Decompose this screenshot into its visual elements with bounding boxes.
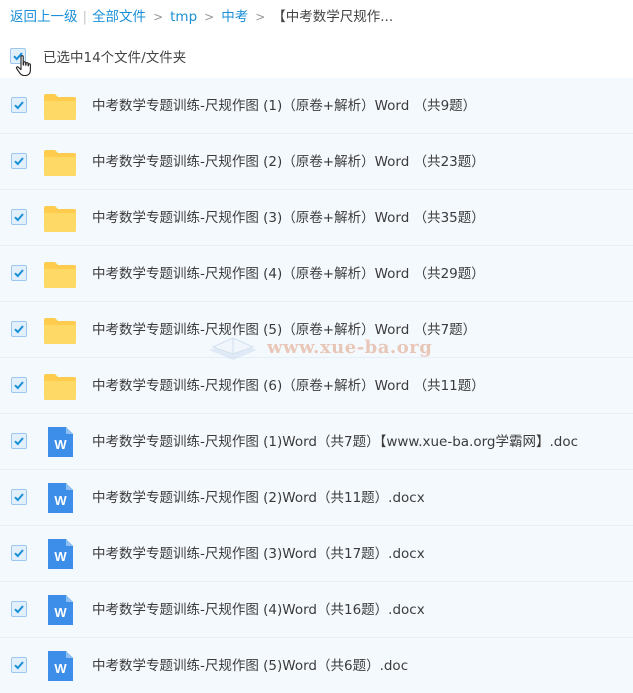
chevron-right-icon: >: [255, 10, 266, 24]
file-row[interactable]: 中考数学专题训练-尺规作图 (4)（原卷+解析）Word （共29题）: [0, 246, 633, 302]
breadcrumb: 返回上一级 | 全部文件 > tmp > 中考 > 【中考数学尺规作...: [10, 7, 393, 27]
row-checkbox[interactable]: [11, 657, 27, 673]
folder-name[interactable]: 中考数学专题训练-尺规作图 (2)（原卷+解析）Word （共23题）: [92, 134, 485, 190]
chevron-right-icon: >: [204, 10, 215, 24]
check-icon: [14, 549, 24, 558]
file-list: 中考数学专题训练-尺规作图 (1)（原卷+解析）Word （共9题） 中考数学专题…: [0, 78, 633, 693]
row-checkbox[interactable]: [11, 97, 27, 113]
svg-text:W: W: [54, 437, 67, 452]
check-icon: [14, 605, 24, 614]
folder-name[interactable]: 中考数学专题训练-尺规作图 (5)（原卷+解析）Word （共7题）: [92, 302, 476, 358]
word-doc-icon[interactable]: W: [43, 594, 77, 626]
selection-status: 已选中14个文件/文件夹: [43, 50, 187, 66]
breadcrumb-divider: |: [82, 9, 88, 25]
chevron-right-icon: >: [153, 10, 164, 24]
row-checkbox[interactable]: [11, 377, 27, 393]
check-icon: [14, 437, 24, 446]
file-row[interactable]: 中考数学专题训练-尺规作图 (5)（原卷+解析）Word （共7题）: [0, 302, 633, 358]
check-icon: [14, 213, 24, 222]
file-row[interactable]: W 中考数学专题训练-尺规作图 (5)Word（共6题）.doc: [0, 638, 633, 693]
check-icon: [14, 493, 24, 502]
file-row[interactable]: 中考数学专题训练-尺规作图 (6)（原卷+解析）Word （共11题）: [0, 358, 633, 414]
svg-text:W: W: [54, 661, 67, 676]
selection-bar: 已选中14个文件/文件夹: [10, 44, 186, 68]
file-name[interactable]: 中考数学专题训练-尺规作图 (4)Word（共16题）.docx: [92, 582, 425, 638]
check-icon: [14, 661, 24, 670]
word-doc-icon[interactable]: W: [43, 538, 77, 570]
row-checkbox[interactable]: [11, 489, 27, 505]
folder-name[interactable]: 中考数学专题训练-尺规作图 (6)（原卷+解析）Word （共11题）: [92, 358, 485, 414]
file-name[interactable]: 中考数学专题训练-尺规作图 (1)Word（共7题）【www.xue-ba.or…: [92, 414, 578, 470]
file-row[interactable]: W 中考数学专题训练-尺规作图 (2)Word（共11题）.docx: [0, 470, 633, 526]
folder-name[interactable]: 中考数学专题训练-尺规作图 (4)（原卷+解析）Word （共29题）: [92, 246, 485, 302]
folder-name[interactable]: 中考数学专题训练-尺规作图 (1)（原卷+解析）Word （共9题）: [92, 78, 476, 134]
check-icon: [14, 325, 24, 334]
hand-cursor-icon: [15, 55, 31, 77]
row-checkbox[interactable]: [11, 321, 27, 337]
check-icon: [14, 381, 24, 390]
svg-text:W: W: [54, 549, 67, 564]
file-row[interactable]: W 中考数学专题训练-尺规作图 (1)Word（共7题）【www.xue-ba.o…: [0, 414, 633, 470]
word-doc-icon[interactable]: W: [43, 426, 77, 458]
row-checkbox[interactable]: [11, 265, 27, 281]
row-checkbox[interactable]: [11, 153, 27, 169]
file-browser: 返回上一级 | 全部文件 > tmp > 中考 > 【中考数学尺规作... 已选…: [0, 0, 633, 693]
breadcrumb-item-zhongkao[interactable]: 中考: [221, 7, 248, 27]
file-row[interactable]: 中考数学专题训练-尺规作图 (3)（原卷+解析）Word （共35题）: [0, 190, 633, 246]
check-icon: [14, 157, 24, 166]
folder-icon[interactable]: [43, 258, 77, 290]
file-row[interactable]: W 中考数学专题训练-尺规作图 (4)Word（共16题）.docx: [0, 582, 633, 638]
check-icon: [14, 269, 24, 278]
folder-icon[interactable]: [43, 370, 77, 402]
row-checkbox[interactable]: [11, 601, 27, 617]
folder-icon[interactable]: [43, 146, 77, 178]
folder-icon[interactable]: [43, 314, 77, 346]
file-name[interactable]: 中考数学专题训练-尺规作图 (3)Word（共17题）.docx: [92, 526, 425, 582]
word-doc-icon[interactable]: W: [43, 650, 77, 682]
svg-text:W: W: [54, 605, 67, 620]
breadcrumb-current: 【中考数学尺规作...: [272, 9, 394, 25]
back-link[interactable]: 返回上一级: [10, 7, 78, 27]
file-name[interactable]: 中考数学专题训练-尺规作图 (2)Word（共11题）.docx: [92, 470, 425, 526]
check-icon: [14, 101, 24, 110]
word-doc-icon[interactable]: W: [43, 482, 77, 514]
file-name[interactable]: 中考数学专题训练-尺规作图 (5)Word（共6题）.doc: [92, 638, 408, 693]
row-checkbox[interactable]: [11, 209, 27, 225]
row-checkbox[interactable]: [11, 545, 27, 561]
row-checkbox[interactable]: [11, 433, 27, 449]
file-row[interactable]: 中考数学专题训练-尺规作图 (1)（原卷+解析）Word （共9题）: [0, 78, 633, 134]
folder-icon[interactable]: [43, 90, 77, 122]
svg-text:W: W: [54, 493, 67, 508]
file-row[interactable]: 中考数学专题训练-尺规作图 (2)（原卷+解析）Word （共23题）: [0, 134, 633, 190]
all-files-link[interactable]: 全部文件: [92, 7, 146, 27]
file-row[interactable]: W 中考数学专题训练-尺规作图 (3)Word（共17题）.docx: [0, 526, 633, 582]
folder-name[interactable]: 中考数学专题训练-尺规作图 (3)（原卷+解析）Word （共35题）: [92, 190, 485, 246]
folder-icon[interactable]: [43, 202, 77, 234]
breadcrumb-item-tmp[interactable]: tmp: [170, 7, 197, 27]
